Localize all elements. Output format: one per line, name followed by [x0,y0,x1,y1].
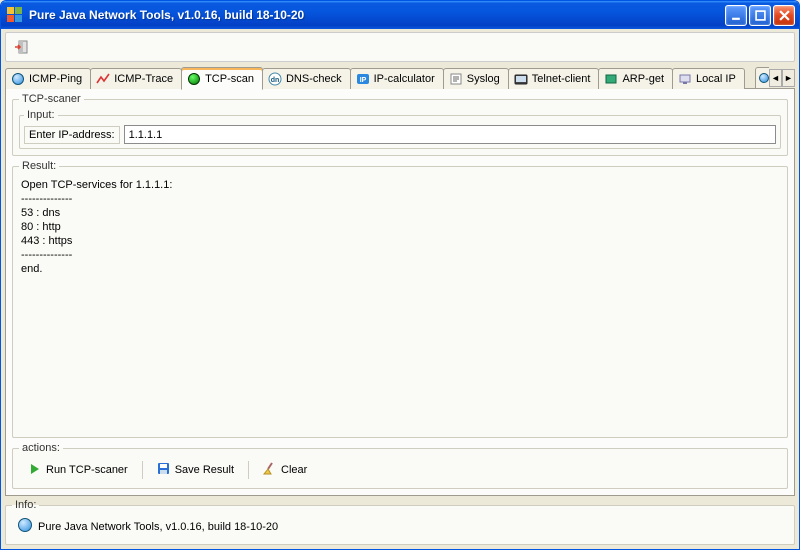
ip-icon: IP [356,72,370,86]
tab-local-ip[interactable]: Local IP [672,68,745,89]
clear-label: Clear [281,464,307,476]
result-fieldset: Result: Open TCP-services for 1.1.1.1: -… [12,160,788,438]
tab-scroll-right[interactable]: ► [782,69,795,87]
run-button[interactable]: Run TCP-scaner [23,461,134,480]
tab-icmp-ping[interactable]: ICMP-Ping [5,68,91,89]
tab-icmp-trace[interactable]: ICMP-Trace [90,68,182,89]
tab-label: DNS-check [286,73,342,85]
toolbar [5,32,795,62]
save-button[interactable]: Save Result [151,460,240,480]
globe-icon [11,72,25,86]
result-legend: Result: [19,160,59,172]
info-text: Pure Java Network Tools, v1.0.16, build … [38,521,278,533]
broom-icon [263,462,276,478]
window-title: Pure Java Network Tools, v1.0.16, build … [29,8,725,22]
tab-arp-get[interactable]: ARP-get [598,68,673,89]
tab-label: ICMP-Trace [114,73,173,85]
panel-legend: TCP-scaner [19,93,84,105]
svg-text:IP: IP [359,77,366,84]
tab-label: IP-calculator [374,73,435,85]
info-legend: Info: [12,499,39,511]
tab-dns-check[interactable]: dn DNS-check [262,68,351,89]
actions-legend: actions: [19,442,63,454]
tab-overflow[interactable] [755,67,769,88]
input-legend: Input: [24,109,58,121]
tab-label: Local IP [696,73,736,85]
tab-telnet-client[interactable]: Telnet-client [508,68,600,89]
info-fieldset: Info: Pure Java Network Tools, v1.0.16, … [5,499,795,545]
tab-ip-calculator[interactable]: IP IP-calculator [350,68,444,89]
globe-icon [18,518,32,535]
maximize-button[interactable] [749,5,771,26]
save-icon [157,462,170,478]
clear-button[interactable]: Clear [257,460,313,480]
close-button[interactable] [773,5,795,26]
dns-icon: dn [268,72,282,86]
input-fieldset: Input: Enter IP-address: [19,109,781,149]
localip-icon [678,72,692,86]
tab-label: ICMP-Ping [29,73,82,85]
telnet-icon [514,72,528,86]
app-icon [7,7,23,23]
syslog-icon [449,72,463,86]
svg-text:dn: dn [271,77,280,84]
minimize-button[interactable] [725,5,747,26]
actions-fieldset: actions: Run TCP-scaner Save Result Clea… [12,442,788,489]
run-label: Run TCP-scaner [46,464,128,476]
tab-strip: ICMP-Ping ICMP-Trace TCP-scan dn DNS-che… [5,65,795,89]
trace-icon [96,72,110,86]
save-label: Save Result [175,464,234,476]
separator [248,461,249,479]
separator [142,461,143,479]
arp-icon [604,72,618,86]
tcp-scaner-panel: TCP-scaner Input: Enter IP-address: [12,93,788,156]
tab-tcp-scan[interactable]: TCP-scan [181,67,263,90]
result-output[interactable]: Open TCP-services for 1.1.1.1: ---------… [19,176,781,431]
tab-syslog[interactable]: Syslog [443,68,509,89]
ip-label: Enter IP-address: [24,126,120,144]
scan-icon [187,72,201,86]
tab-label: TCP-scan [205,73,254,85]
ip-address-input[interactable] [124,125,776,144]
tab-label: Syslog [467,73,500,85]
tab-label: Telnet-client [532,73,591,85]
titlebar: Pure Java Network Tools, v1.0.16, build … [1,1,799,29]
globe-icon [758,71,769,85]
play-icon [29,463,41,478]
tab-scroll-left[interactable]: ◄ [769,69,782,87]
tab-label: ARP-get [622,73,664,85]
exit-button[interactable] [9,36,33,58]
